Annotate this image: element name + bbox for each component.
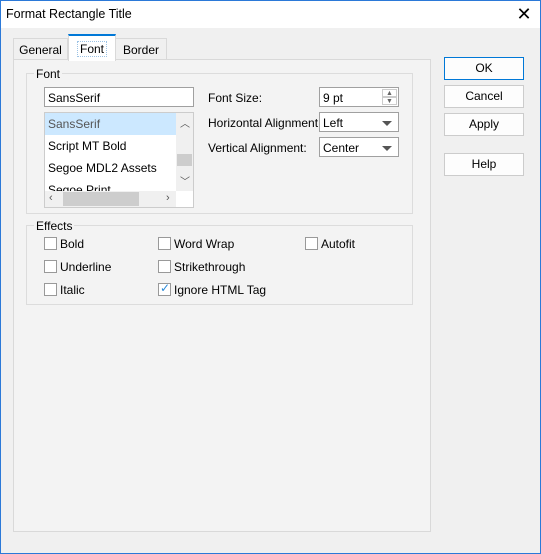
- tab-label: General: [19, 43, 62, 57]
- italic-label: Italic: [60, 283, 85, 297]
- tab-font[interactable]: Font: [68, 34, 116, 61]
- tab-label: Border: [122, 43, 160, 57]
- spin-down-icon[interactable]: ▼: [382, 97, 397, 105]
- cancel-button[interactable]: Cancel: [444, 85, 524, 108]
- font-size-value: 9 pt: [323, 91, 344, 105]
- scroll-up-icon[interactable]: ︿: [180, 115, 190, 130]
- underline-checkbox[interactable]: [44, 260, 57, 273]
- scroll-thumb[interactable]: [177, 154, 192, 166]
- font-size-spinner[interactable]: 9 pt ▲ ▼: [319, 87, 399, 107]
- horizontal-alignment-select[interactable]: Left: [319, 112, 399, 132]
- font-group-legend: Font: [34, 67, 63, 81]
- chevron-down-icon: [382, 146, 392, 151]
- spin-up-icon[interactable]: ▲: [382, 89, 397, 97]
- vertical-alignment-label: Vertical Alignment:: [208, 141, 307, 155]
- horizontal-alignment-label: Horizontal Alignment:: [208, 116, 322, 130]
- tab-border[interactable]: Border: [115, 38, 167, 60]
- ignore-html-tag-checkbox[interactable]: ✓: [158, 281, 171, 296]
- ok-button[interactable]: OK: [444, 57, 524, 80]
- title-bar: Format Rectangle Title ✕: [1, 1, 540, 28]
- chevron-down-icon: [382, 121, 392, 126]
- dialog-title: Format Rectangle Title: [6, 7, 132, 21]
- vertical-alignment-select[interactable]: Center: [319, 137, 399, 157]
- horizontal-scrollbar[interactable]: ‹ ›: [45, 191, 176, 207]
- font-name-input[interactable]: SansSerif: [44, 87, 194, 107]
- list-item[interactable]: Segoe MDL2 Assets: [45, 157, 176, 179]
- bold-label: Bold: [60, 237, 85, 251]
- list-item[interactable]: SansSerif: [45, 113, 176, 135]
- horizontal-alignment-value: Left: [323, 116, 344, 130]
- vertical-scrollbar[interactable]: ︿ ﹀: [176, 113, 193, 191]
- apply-button[interactable]: Apply: [444, 113, 524, 136]
- ignore-html-tag-label: Ignore HTML Tag: [174, 283, 267, 297]
- help-button[interactable]: Help: [444, 153, 524, 176]
- scroll-right-icon[interactable]: ›: [166, 192, 170, 204]
- autofit-label: Autofit: [321, 237, 356, 251]
- scroll-left-icon[interactable]: ‹: [49, 192, 53, 204]
- strikethrough-label: Strikethrough: [174, 260, 246, 274]
- list-item[interactable]: Script MT Bold: [45, 135, 176, 157]
- tab-label: Font: [76, 41, 108, 57]
- word-wrap-label: Word Wrap: [174, 237, 235, 251]
- bold-checkbox[interactable]: [44, 237, 57, 250]
- close-icon[interactable]: ✕: [511, 3, 537, 25]
- effects-group-legend: Effects: [34, 219, 75, 233]
- scroll-thumb[interactable]: [63, 192, 139, 206]
- font-list[interactable]: SansSerif Script MT Bold Segoe MDL2 Asse…: [44, 112, 194, 208]
- italic-checkbox[interactable]: [44, 283, 57, 296]
- checkmark-icon: ✓: [160, 281, 171, 295]
- vertical-alignment-value: Center: [323, 141, 360, 155]
- autofit-checkbox[interactable]: [305, 237, 318, 250]
- word-wrap-checkbox[interactable]: [158, 237, 171, 250]
- scroll-down-icon[interactable]: ﹀: [180, 173, 190, 188]
- strikethrough-checkbox[interactable]: [158, 260, 171, 273]
- underline-label: Underline: [60, 260, 112, 274]
- font-size-label: Font Size:: [208, 91, 263, 105]
- format-rectangle-title-dialog: Format Rectangle Title ✕ General Border …: [0, 0, 541, 554]
- tab-general[interactable]: General: [13, 38, 68, 60]
